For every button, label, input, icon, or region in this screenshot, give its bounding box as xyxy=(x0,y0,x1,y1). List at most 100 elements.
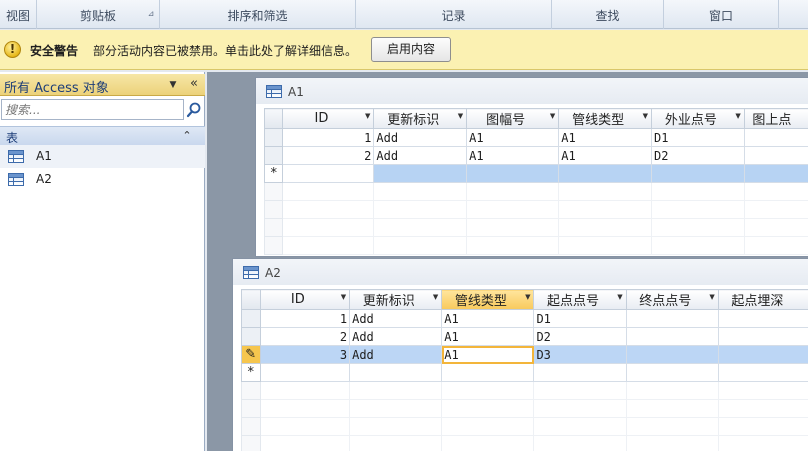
nav-item-table-a2[interactable]: A2 xyxy=(0,168,205,191)
chevron-down-icon[interactable]: ▼ xyxy=(550,112,555,120)
shutter-bar-collapse-icon[interactable]: « xyxy=(186,76,202,92)
table-cell[interactable]: 1 xyxy=(259,309,351,328)
datasheet-a1[interactable]: ID ▼ 更新标识 ▼ 图幅号 ▼ 管线类型 ▼ 外业点号 ▼ 图上点 1 Add A1 … xyxy=(263,108,808,255)
current-record-row[interactable]: ✎ 3 Add A1 D3 xyxy=(241,345,808,364)
new-record-marker[interactable]: * xyxy=(263,164,284,183)
table-cell[interactable] xyxy=(717,363,808,382)
collapse-up-icon[interactable]: ⌃ xyxy=(179,128,195,144)
nav-pane-header[interactable]: 所有 Access 对象 ▼ « xyxy=(0,74,205,96)
table-cell[interactable] xyxy=(259,363,351,382)
chevron-down-icon[interactable]: ▼ xyxy=(166,78,180,92)
row-selector[interactable] xyxy=(263,146,284,165)
new-record-row[interactable]: * xyxy=(241,363,808,382)
dialog-launcher-icon[interactable]: ⊿ xyxy=(147,10,155,18)
table-cell[interactable] xyxy=(717,309,808,328)
table-cell[interactable]: 1 xyxy=(282,128,375,147)
enable-content-button[interactable]: 启用内容 xyxy=(371,37,451,62)
column-header[interactable]: 更新标识 ▼ xyxy=(373,108,468,129)
chevron-down-icon[interactable]: ▼ xyxy=(341,293,346,301)
chevron-down-icon[interactable]: ▼ xyxy=(709,293,714,301)
table-cell xyxy=(743,218,808,237)
table-row[interactable]: 1 Add A1 D1 xyxy=(241,309,808,328)
table-cell[interactable] xyxy=(625,345,719,364)
search-icon[interactable] xyxy=(186,101,202,119)
table-cell[interactable]: A1 xyxy=(441,327,535,346)
table-cell[interactable]: A1 xyxy=(466,128,560,147)
table-cell[interactable]: Add xyxy=(349,309,443,328)
column-header[interactable]: ID ▼ xyxy=(282,108,375,129)
table-cell[interactable]: Add xyxy=(349,327,443,346)
column-header[interactable]: 起点埋深 xyxy=(717,289,808,310)
table-cell[interactable]: Add xyxy=(373,146,468,165)
column-header[interactable]: 终点点号 ▼ xyxy=(625,289,719,310)
column-header[interactable]: 图上点 xyxy=(743,108,808,129)
select-all-corner[interactable] xyxy=(241,289,261,310)
table-cell[interactable] xyxy=(743,146,808,165)
select-all-corner[interactable] xyxy=(263,108,284,129)
datasheet-a2[interactable]: ID ▼ 更新标识 ▼ 管线类型 ▼ 起点点号 ▼ 终点点号 ▼ 起点埋深 1 Add A… xyxy=(241,289,808,451)
table-cell[interactable] xyxy=(743,164,808,183)
table-cell[interactable] xyxy=(650,164,745,183)
table-cell[interactable]: 2 xyxy=(282,146,375,165)
table-cell[interactable] xyxy=(625,327,719,346)
table-cell[interactable] xyxy=(373,164,468,183)
active-cell[interactable]: A1 xyxy=(441,345,535,364)
chevron-down-icon[interactable]: ▼ xyxy=(643,112,648,120)
table-cell[interactable]: A1 xyxy=(558,146,652,165)
table-window-a2[interactable]: A2 ID ▼ 更新标识 ▼ 管线类型 ▼ 起点点号 ▼ 终点点号 ▼ 起点埋深 1 Ad… xyxy=(232,258,808,451)
chevron-down-icon[interactable]: ▼ xyxy=(458,112,463,120)
column-header[interactable]: 图幅号 ▼ xyxy=(466,108,560,129)
table-cell[interactable] xyxy=(625,309,719,328)
table-cell[interactable] xyxy=(282,164,375,183)
table-cell[interactable]: D2 xyxy=(650,146,745,165)
table-cell[interactable] xyxy=(441,363,535,382)
column-header[interactable]: ID ▼ xyxy=(259,289,351,310)
table-cell[interactable]: D3 xyxy=(533,345,627,364)
row-selector[interactable] xyxy=(241,327,261,346)
chevron-down-icon[interactable]: ▼ xyxy=(735,112,740,120)
new-record-row[interactable]: * xyxy=(263,164,808,183)
chevron-down-icon[interactable]: ▼ xyxy=(617,293,622,301)
table-cell[interactable]: 2 xyxy=(259,327,351,346)
nav-group-tables[interactable]: 表 ⌃ xyxy=(0,126,205,146)
table-cell[interactable]: A1 xyxy=(466,146,560,165)
nav-search-input[interactable] xyxy=(1,99,184,120)
table-cell[interactable]: A1 xyxy=(558,128,652,147)
table-row[interactable]: 1 Add A1 A1 D1 xyxy=(263,128,808,147)
table-cell[interactable] xyxy=(349,363,443,382)
chevron-down-icon[interactable]: ▼ xyxy=(365,112,370,120)
table-cell[interactable]: 3 xyxy=(259,345,351,364)
column-header[interactable]: 更新标识 ▼ xyxy=(349,289,443,310)
table-cell[interactable]: D2 xyxy=(533,327,627,346)
table-cell[interactable]: Add xyxy=(349,345,443,364)
nav-item-table-a1[interactable]: A1 xyxy=(0,145,205,168)
table-row[interactable]: 2 Add A1 D2 xyxy=(241,327,808,346)
column-header[interactable]: 管线类型 ▼ xyxy=(558,108,652,129)
column-header[interactable]: 起点点号 ▼ xyxy=(533,289,627,310)
row-selector[interactable] xyxy=(241,309,261,328)
table-row[interactable]: 2 Add A1 A1 D2 xyxy=(263,146,808,165)
new-record-marker[interactable]: * xyxy=(241,363,261,382)
table-cell[interactable] xyxy=(743,128,808,147)
table-cell[interactable] xyxy=(558,164,652,183)
chevron-down-icon[interactable]: ▼ xyxy=(433,293,438,301)
window-titlebar[interactable]: A2 xyxy=(233,259,808,285)
table-cell[interactable] xyxy=(717,345,808,364)
chevron-down-icon[interactable]: ▼ xyxy=(525,293,530,301)
column-header-selected[interactable]: 管线类型 ▼ xyxy=(441,289,535,310)
table-cell[interactable]: Add xyxy=(373,128,468,147)
table-cell[interactable]: D1 xyxy=(650,128,745,147)
empty-row xyxy=(263,200,808,219)
table-cell[interactable] xyxy=(466,164,560,183)
table-cell[interactable] xyxy=(625,363,719,382)
row-selector[interactable] xyxy=(263,128,284,147)
table-window-a1[interactable]: A1 ID ▼ 更新标识 ▼ 图幅号 ▼ 管线类型 ▼ 外业点号 ▼ 图上点 1 Add … xyxy=(255,77,808,257)
table-cell[interactable] xyxy=(717,327,808,346)
table-cell[interactable]: D1 xyxy=(533,309,627,328)
table-cell[interactable] xyxy=(533,363,627,382)
table-cell[interactable]: A1 xyxy=(441,309,535,328)
window-titlebar[interactable]: A1 xyxy=(256,78,808,104)
column-header[interactable]: 外业点号 ▼ xyxy=(650,108,745,129)
security-warning-message[interactable]: 部分活动内容已被禁用。单击此处了解详细信息。 xyxy=(93,42,357,59)
pencil-edit-icon[interactable]: ✎ xyxy=(241,345,261,364)
